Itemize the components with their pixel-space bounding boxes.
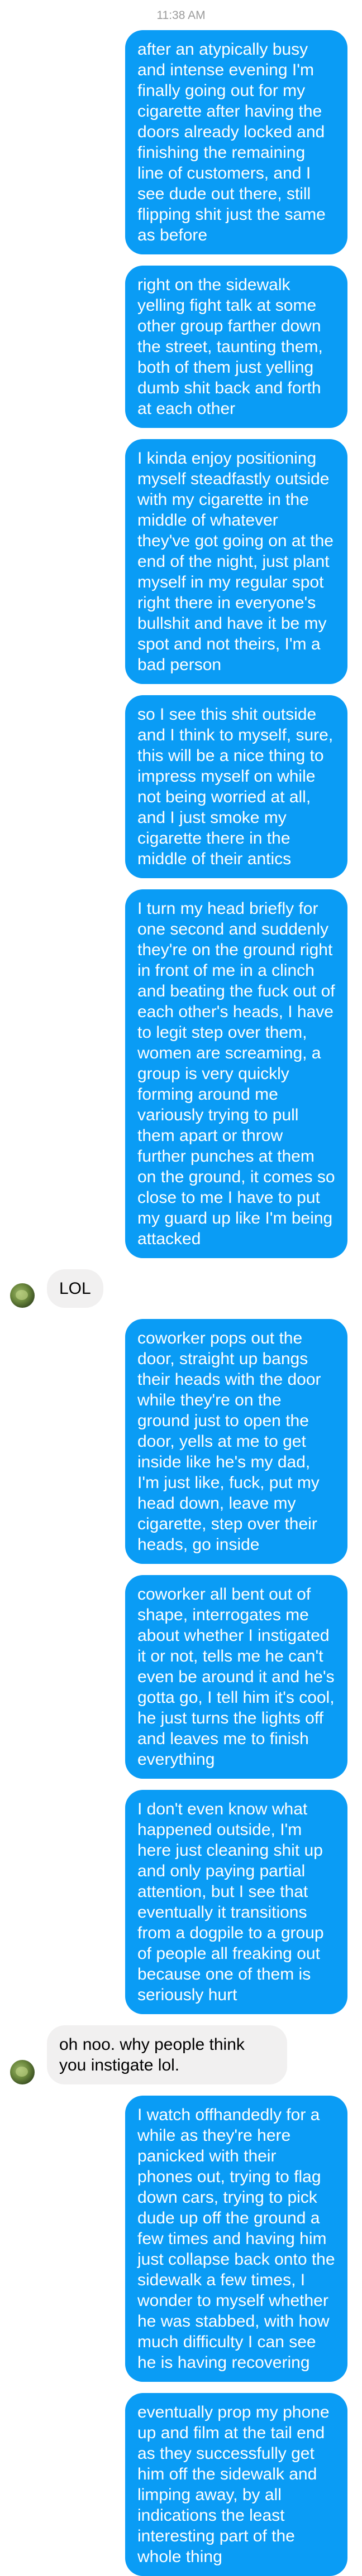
message-row-outgoing: I watch offhandedly for a while as they'… (10, 2096, 347, 2382)
incoming-message-bubble[interactable]: LOL (47, 1269, 103, 1308)
outgoing-message-bubble[interactable]: I watch offhandedly for a while as they'… (125, 2096, 347, 2382)
conversation-timestamp: 11:38 AM (156, 9, 206, 22)
contact-avatar[interactable] (10, 1283, 35, 1308)
message-row-outgoing: I kinda enjoy positioning myself steadfa… (10, 439, 347, 684)
contact-avatar[interactable] (10, 2060, 35, 2084)
message-row-outgoing: coworker all bent out of shape, interrog… (10, 1575, 347, 1779)
message-row-incoming: LOL (10, 1269, 347, 1308)
outgoing-message-bubble[interactable]: eventually prop my phone up and film at … (125, 2393, 347, 2576)
message-row-outgoing: so I see this shit outside and I think t… (10, 695, 347, 878)
outgoing-message-bubble[interactable]: coworker all bent out of shape, interrog… (125, 1575, 347, 1779)
message-row-outgoing: I don't even know what happened outside,… (10, 1790, 347, 2014)
outgoing-message-bubble[interactable]: I kinda enjoy positioning myself steadfa… (125, 439, 347, 684)
outgoing-message-bubble[interactable]: coworker pops out the door, straight up … (125, 1319, 347, 1564)
message-row-incoming: oh noo. why people think you instigate l… (10, 2025, 347, 2084)
message-row-outgoing: right on the sidewalk yelling fight talk… (10, 266, 347, 428)
message-thread: after an atypically busy and intense eve… (0, 23, 362, 2576)
outgoing-message-bubble[interactable]: I turn my head briefly for one second an… (125, 889, 347, 1258)
incoming-message-bubble[interactable]: oh noo. why people think you instigate l… (47, 2025, 287, 2084)
outgoing-message-bubble[interactable]: so I see this shit outside and I think t… (125, 695, 347, 878)
outgoing-message-bubble[interactable]: after an atypically busy and intense eve… (125, 30, 347, 254)
message-row-outgoing: I turn my head briefly for one second an… (10, 889, 347, 1258)
outgoing-message-bubble[interactable]: right on the sidewalk yelling fight talk… (125, 266, 347, 428)
outgoing-message-bubble[interactable]: I don't even know what happened outside,… (125, 1790, 347, 2014)
message-row-outgoing: after an atypically busy and intense eve… (10, 30, 347, 254)
message-row-outgoing: eventually prop my phone up and film at … (10, 2393, 347, 2576)
message-row-outgoing: coworker pops out the door, straight up … (10, 1319, 347, 1564)
